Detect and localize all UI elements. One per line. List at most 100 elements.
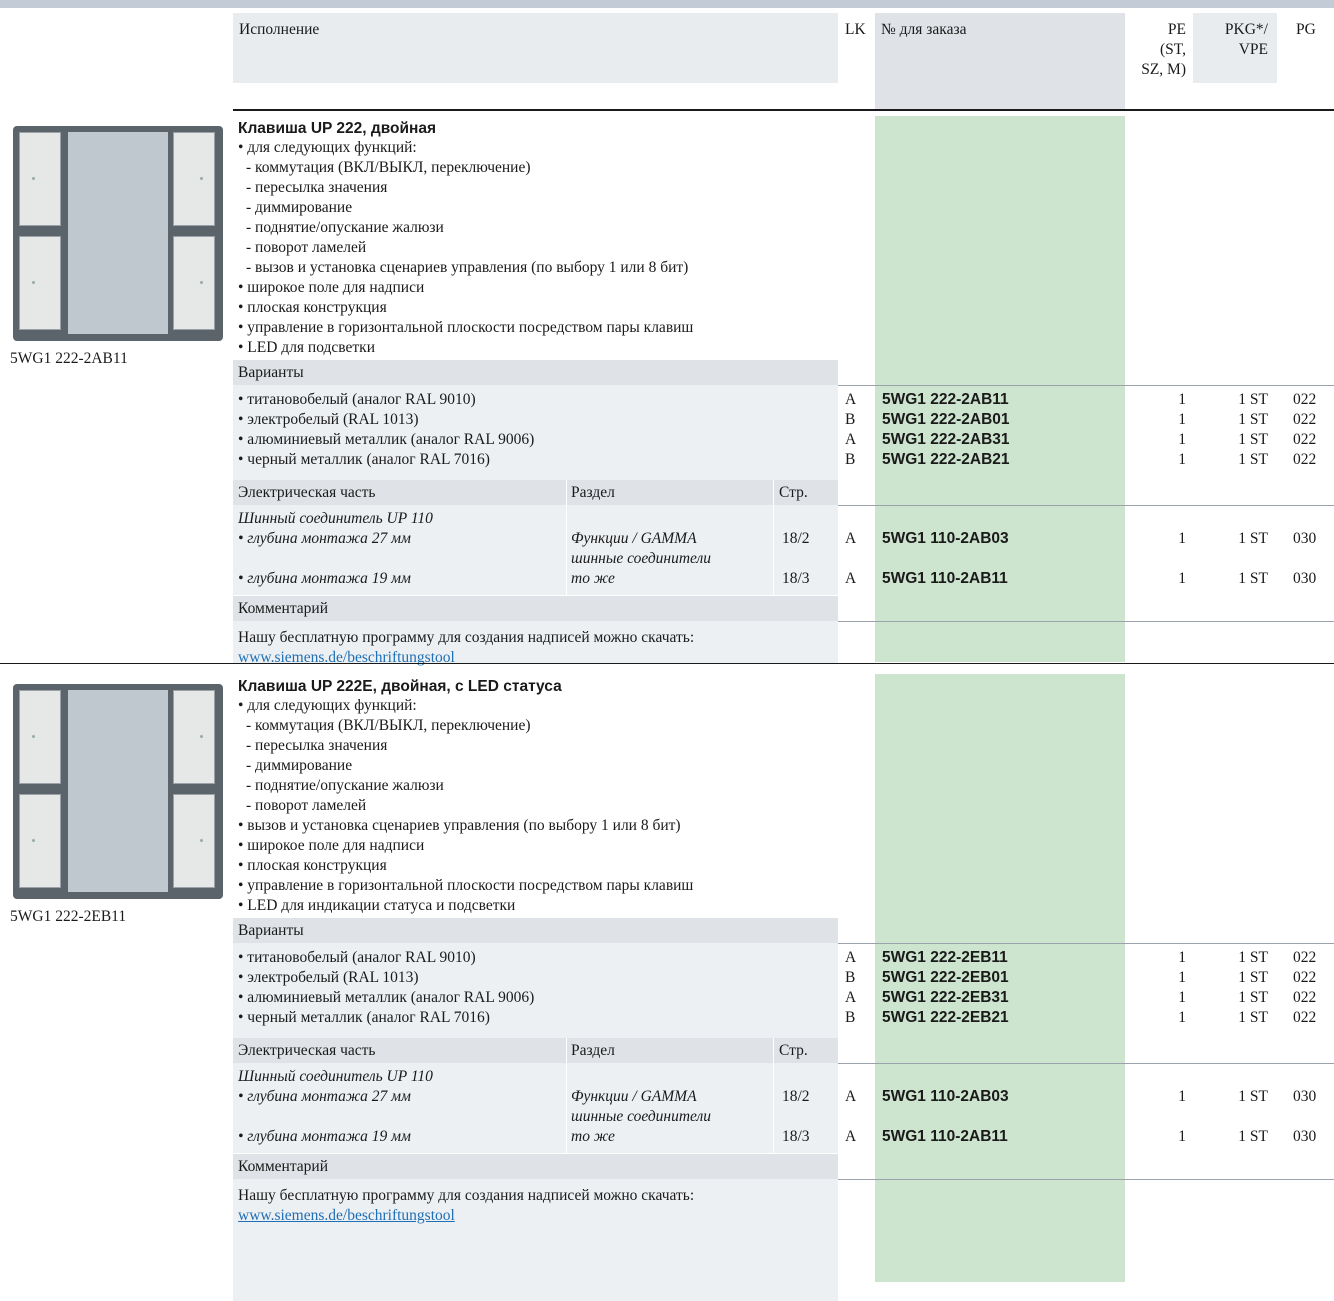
variant-pkg: 1 ST (1238, 969, 1268, 986)
variant-row: • алюминиевый металлик (аналог RAL 9006)… (0, 988, 1334, 1007)
connector-order: 5WG1 110-2AB03 (882, 1088, 1009, 1105)
connector-lk: A (845, 1128, 857, 1145)
feature-item: • широкое поле для надписи (238, 279, 425, 296)
variant-row: • титановобелый (аналог RAL 9010) A 5WG1 2… (0, 948, 1334, 967)
variant-row: • электробелый (RAL 1013) B 5WG1 222-2AB01… (0, 410, 1334, 429)
page-col-label: Стр. (779, 1042, 808, 1059)
connector-desc: • глубина монтажа 19 мм (238, 1128, 411, 1145)
variant-lk: B (845, 1009, 856, 1026)
comment-label: Комментарий (238, 1158, 328, 1175)
connector-pg: 030 (1293, 1088, 1317, 1105)
variant-desc: • черный металлик (аналог RAL 7016) (238, 451, 490, 468)
variant-pg: 022 (1293, 451, 1317, 468)
variant-desc: • титановобелый (аналог RAL 9010) (238, 391, 476, 408)
electrical-header: Электрическая часть Раздел Стр. (233, 1038, 838, 1063)
image-caption: 5WG1 222-2AB11 (10, 350, 128, 367)
variant-desc: • электробелый (RAL 1013) (238, 411, 419, 428)
comment-label: Комментарий (238, 600, 328, 617)
variant-pkg: 1 ST (1238, 411, 1268, 428)
page-col-label: Стр. (779, 484, 808, 501)
variant-order: 5WG1 222-2AB01 (882, 411, 1010, 428)
variant-lk: B (845, 451, 856, 468)
connector-desc: • глубина монтажа 27 мм (238, 1088, 411, 1105)
variant-desc: • электробелый (RAL 1013) (238, 969, 419, 986)
col-divider (773, 1038, 774, 1063)
rocker-key (173, 794, 215, 888)
variant-pe: 1 (1178, 411, 1186, 428)
section-col-label: Раздел (571, 484, 615, 501)
feature-item: • управление в горизонтальной плоскости … (238, 319, 694, 336)
comment-header: Комментарий (233, 1154, 838, 1179)
variant-pe: 1 (1178, 949, 1186, 966)
connector-page: 18/3 (782, 570, 810, 587)
variant-pg: 022 (1293, 969, 1317, 986)
variant-desc: • алюминиевый металлик (аналог RAL 9006) (238, 431, 535, 448)
variant-pg: 022 (1293, 411, 1317, 428)
feature-item: • плоская конструкция (238, 857, 387, 874)
connector-order: 5WG1 110-2AB11 (882, 570, 1008, 587)
section-col-label: Раздел (571, 1042, 615, 1059)
download-link[interactable]: www.siemens.de/beschriftungstool (238, 1206, 455, 1226)
top-bar (0, 0, 1334, 8)
connector-pg: 030 (1293, 1128, 1317, 1145)
comment-header: Комментарий (233, 596, 838, 621)
variant-pkg: 1 ST (1238, 1009, 1268, 1026)
header-pe: PE (ST, SZ, M) (1141, 21, 1186, 78)
row-rule (838, 385, 1334, 386)
connector-order: 5WG1 110-2AB11 (882, 1128, 1008, 1145)
variant-lk: A (845, 431, 857, 448)
download-link[interactable]: www.siemens.de/beschriftungstool (238, 648, 455, 668)
variant-row: • электробелый (RAL 1013) B 5WG1 222-2EB01… (0, 968, 1334, 987)
feature-item: • для следующих функций: (238, 697, 417, 714)
comment-text: Нашу бесплатную программу для создания н… (238, 1187, 695, 1204)
connector-page: 18/2 (782, 1088, 810, 1105)
variant-pg: 022 (1293, 431, 1317, 448)
connector-desc: • глубина монтажа 19 мм (238, 570, 411, 587)
connector-pe: 1 (1178, 530, 1186, 547)
variant-pkg: 1 ST (1238, 391, 1268, 408)
rocker-key (19, 236, 61, 330)
variant-row: • алюминиевый металлик (аналог RAL 9006)… (0, 430, 1334, 449)
connector-pe: 1 (1178, 570, 1186, 587)
connector-row: • глубина монтажа 27 мм Функции / GAMMA ши… (0, 529, 1334, 567)
header-lk: LK (845, 21, 866, 38)
feature-item: • плоская конструкция (238, 299, 387, 316)
feature-item: • вызов и установка сценариев управления… (238, 817, 681, 834)
feature-item: - коммутация (ВКЛ/ВЫКЛ, переключение) (246, 159, 531, 176)
variant-desc: • черный металлик (аналог RAL 7016) (238, 1009, 490, 1026)
connector-section-2: шинные соединители (571, 1108, 712, 1125)
connector-pkg: 1 ST (1238, 1128, 1268, 1145)
variant-row: • черный металлик (аналог RAL 7016) B 5WG1… (0, 450, 1334, 469)
col-divider (566, 1038, 567, 1063)
image-caption: 5WG1 222-2EB11 (10, 908, 127, 925)
header-rule (233, 109, 1334, 111)
key-dot (200, 735, 203, 738)
connector-row: • глубина монтажа 19 мм то же 18/3 A 5WG1 11… (0, 1127, 1334, 1146)
variants-label: Варианты (238, 364, 304, 381)
product-title: Клавиша UP 222, двойная (238, 120, 437, 137)
variant-pe: 1 (1178, 1009, 1186, 1026)
variant-order: 5WG1 222-2AB21 (882, 451, 1010, 468)
connector-pkg: 1 ST (1238, 530, 1268, 547)
variant-row: • титановобелый (аналог RAL 9010) A 5WG1 2… (0, 390, 1334, 409)
feature-item: • широкое поле для надписи (238, 837, 425, 854)
feature-item: - пересылка значения (246, 737, 388, 754)
variant-desc: • титановобелый (аналог RAL 9010) (238, 949, 476, 966)
rocker-key (19, 794, 61, 888)
variant-order: 5WG1 222-2AB31 (882, 431, 1010, 448)
feature-list: • для следующих функций: - коммутация (В… (238, 696, 693, 916)
header-order: № для заказа (881, 21, 967, 38)
connector-pkg: 1 ST (1238, 570, 1268, 587)
feature-item: - диммирование (246, 757, 353, 774)
variant-pe: 1 (1178, 969, 1186, 986)
feature-item: - поворот ламелей (246, 797, 367, 814)
variant-pe: 1 (1178, 391, 1186, 408)
feature-item: - поднятие/опускание жалюзи (246, 219, 444, 236)
row-rule (838, 1179, 1334, 1180)
variant-pe: 1 (1178, 431, 1186, 448)
product-image (13, 684, 223, 899)
feature-item: - пересылка значения (246, 179, 388, 196)
connector-lk: A (845, 1088, 857, 1105)
connector-lk: A (845, 570, 857, 587)
feature-item: • управление в горизонтальной плоскости … (238, 877, 694, 894)
